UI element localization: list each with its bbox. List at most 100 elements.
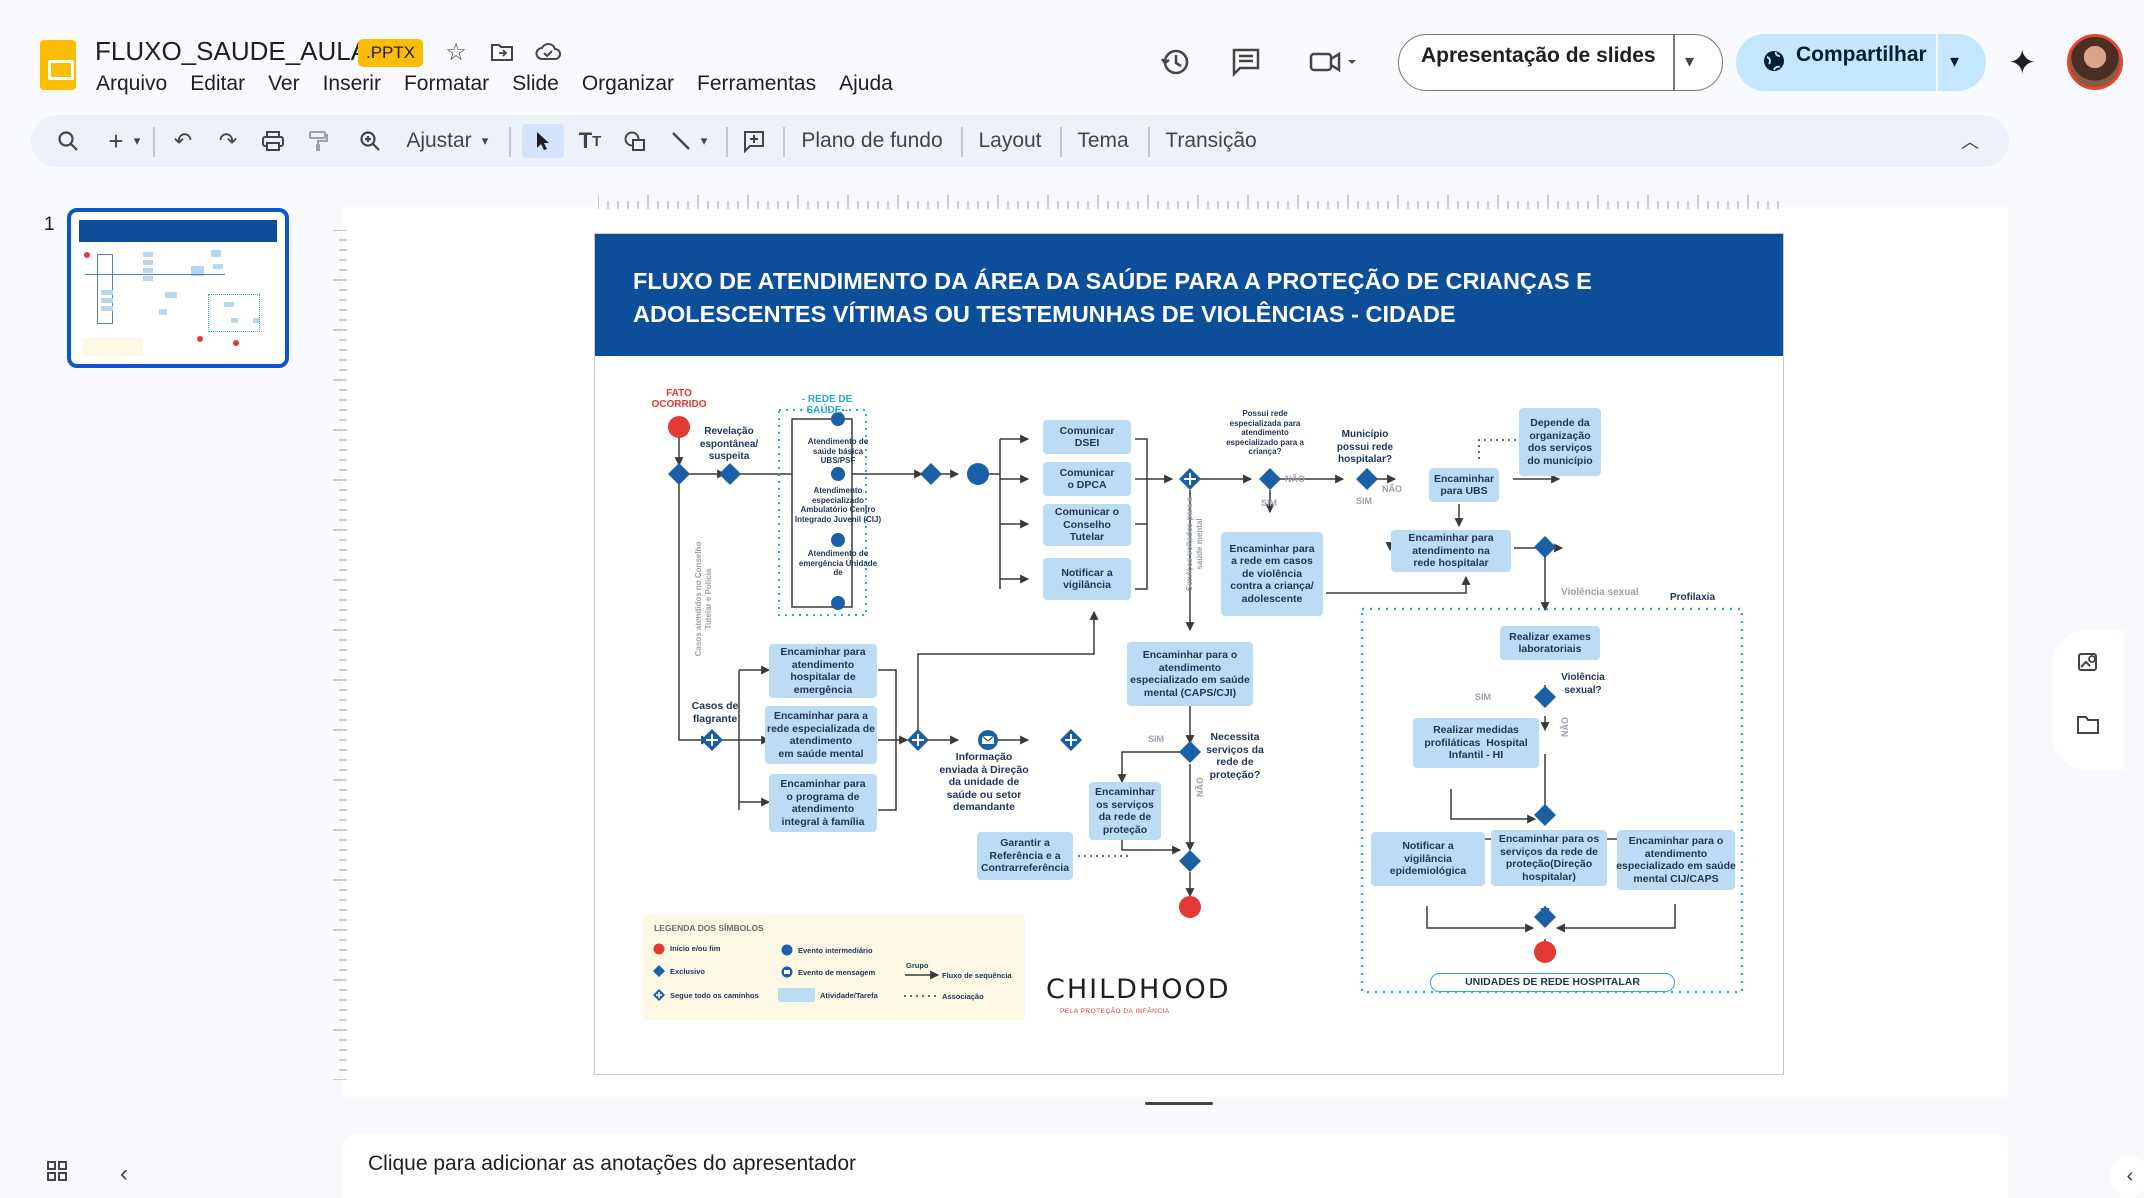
slide[interactable]: FLUXO DE ATENDIMENTO DA ÁREA DA SAÚDE PA… xyxy=(594,233,1784,1075)
box-encaminhar-ubs: Encaminhar para UBS xyxy=(1429,468,1499,502)
share-button[interactable]: Compartilhar ▾ xyxy=(1736,34,1986,91)
chevron-down-icon[interactable]: ▾ xyxy=(1685,51,1694,72)
nao-label: NÃO xyxy=(1382,484,1402,494)
informacao-label: Informação enviada à Direção da unidade … xyxy=(939,751,1029,813)
toolbar-divider xyxy=(783,127,785,157)
chevron-down-icon[interactable]: ▾ xyxy=(696,124,712,158)
nao-label: NÃO xyxy=(1195,777,1205,797)
theme-button[interactable]: Tema xyxy=(1075,124,1131,158)
childhood-tagline: PELA PROTEÇÃO DA INFÂNCIA xyxy=(1060,1008,1170,1015)
thumbnail-box xyxy=(97,254,113,324)
slide-thumbnail[interactable] xyxy=(67,208,289,368)
layout-button[interactable]: Layout xyxy=(976,124,1044,158)
redo-icon[interactable]: ↷ xyxy=(213,124,243,158)
sim-label: SIM xyxy=(1261,498,1278,508)
menu-ver[interactable]: Ver xyxy=(268,72,300,96)
undo-icon[interactable]: ↶ xyxy=(168,124,198,158)
thumbnail-dot xyxy=(197,336,203,342)
zoom-icon[interactable] xyxy=(355,124,385,158)
line-icon[interactable] xyxy=(666,124,696,158)
box-hospitalar-emergencia: Encaminhar para atendimento hospitalar d… xyxy=(769,644,877,698)
thumbnail-legend xyxy=(83,338,143,356)
print-icon[interactable] xyxy=(258,124,288,158)
speaker-notes[interactable]: Clique para adicionar as anotações do ap… xyxy=(343,1134,2008,1198)
legend-inicio: Início e/ou fim xyxy=(670,944,721,953)
document-title[interactable]: FLUXO_SAUDE_AULA xyxy=(95,36,368,67)
slide-number: 1 xyxy=(44,214,55,235)
toolbar: + ▾ ↶ ↷ Ajustar ▾ TT ▾ Plano de fundo La… xyxy=(31,115,2009,167)
thumbnail-box xyxy=(143,260,153,265)
history-icon[interactable] xyxy=(1157,44,1193,80)
meet-camera-icon[interactable] xyxy=(1306,44,1362,80)
folder-icon[interactable] xyxy=(2074,714,2102,742)
menu-bar: Arquivo Editar Ver Inserir Formatar Slid… xyxy=(96,72,893,96)
thumbnail-box xyxy=(159,309,167,315)
star-icon[interactable]: ☆ xyxy=(442,38,470,66)
thumbnail-line xyxy=(208,294,260,332)
gemini-sparkle-icon[interactable]: ✦ xyxy=(2008,43,2037,83)
chevron-down-icon[interactable]: ▾ xyxy=(129,124,145,158)
side-panel-toggle-chevron-icon[interactable]: ‹ xyxy=(2110,1156,2144,1196)
add-comment-icon[interactable] xyxy=(739,124,769,158)
nao-label: NÃO xyxy=(1285,474,1305,484)
cloud-status-icon[interactable] xyxy=(534,38,562,66)
toolbar-divider xyxy=(1148,127,1150,157)
menu-slide[interactable]: Slide xyxy=(512,72,559,96)
image-search-icon[interactable] xyxy=(2074,650,2102,678)
legend-fluxo: Fluxo de sequência xyxy=(942,971,1012,980)
possui-rede-label: Possui rede especializada para atendimen… xyxy=(1226,409,1304,456)
shape-icon[interactable] xyxy=(619,124,651,158)
new-slide-icon[interactable]: + xyxy=(103,124,129,158)
present-button-label: Apresentação de slides xyxy=(1421,44,1656,67)
zoom-select[interactable]: Ajustar xyxy=(404,124,474,158)
thumbnail-dot xyxy=(84,252,90,258)
box-referencia: Garantir a Referência e a Contrarreferên… xyxy=(977,832,1073,880)
menu-ajuda[interactable]: Ajuda xyxy=(839,72,893,96)
present-button[interactable]: Apresentação de slides ▾ xyxy=(1398,34,1723,91)
collapse-toolbar-chevron-up-icon[interactable]: ︿ xyxy=(1955,124,1985,158)
transition-button[interactable]: Transição xyxy=(1163,124,1259,158)
thumbnail-dot xyxy=(233,340,239,346)
horizontal-ruler[interactable] xyxy=(598,195,1780,209)
avatar[interactable] xyxy=(2067,34,2123,90)
search-menus-icon[interactable] xyxy=(53,124,83,158)
menu-arquivo[interactable]: Arquivo xyxy=(96,72,167,96)
menu-editar[interactable]: Editar xyxy=(190,72,245,96)
box-servicos-direcao: Encaminhar para os serviços da rede de p… xyxy=(1491,830,1607,886)
paint-format-icon[interactable] xyxy=(303,124,333,158)
slides-logo-icon[interactable] xyxy=(40,40,76,90)
menu-inserir[interactable]: Inserir xyxy=(323,72,381,96)
share-separator xyxy=(1936,34,1938,91)
notes-resize-handle[interactable] xyxy=(1145,1102,1213,1105)
legend-intermediario: Evento intermediário xyxy=(798,946,873,955)
atendimento-especializado-label: Atendimento especializado Ambulatório Ce… xyxy=(794,486,882,524)
legend: LEGENDA DOS SÍMBOLOS Início e/ou fim Exc… xyxy=(642,915,1025,1020)
vertical-ruler[interactable] xyxy=(333,230,347,1080)
background-button[interactable]: Plano de fundo xyxy=(799,124,945,158)
legend-associacao: Associação xyxy=(942,992,984,1001)
toolbar-divider xyxy=(509,127,511,157)
top-bar: FLUXO_SAUDE_AULA .PPTX ☆ Arquivo Editar … xyxy=(0,0,2144,118)
chevron-down-icon[interactable]: ▾ xyxy=(1950,51,1959,72)
atendimento-basica-label: Atendimento de saúde básica UBS/PSF xyxy=(807,437,869,465)
comments-icon[interactable] xyxy=(1228,44,1264,80)
revelacao-label: Revelação espontânea/ suspeita xyxy=(699,426,759,462)
thumbnail-box xyxy=(165,292,177,298)
grid-view-icon[interactable] xyxy=(46,1160,68,1189)
text-box-icon[interactable]: TT xyxy=(574,124,606,158)
move-folder-icon[interactable] xyxy=(488,38,516,66)
collapse-filmstrip-chevron-left-icon[interactable]: ‹ xyxy=(120,1160,128,1188)
legend-segue: Segue todo os caminhos xyxy=(670,991,759,1000)
select-cursor-icon[interactable] xyxy=(522,124,564,158)
box-vigilancia-epidemiologica: Notificar a vigilância epidemiológica xyxy=(1371,832,1485,886)
toolbar-divider xyxy=(153,127,155,157)
menu-organizar[interactable]: Organizar xyxy=(582,72,674,96)
box-comunicar-dpca: Comunicar o DPCA xyxy=(1043,462,1131,496)
menu-ferramentas[interactable]: Ferramentas xyxy=(697,72,816,96)
menu-formatar[interactable]: Formatar xyxy=(404,72,489,96)
side-panel xyxy=(2052,630,2124,770)
chevron-down-icon[interactable]: ▾ xyxy=(477,124,493,158)
thumbnail-box xyxy=(211,250,221,257)
nao-label: NÃO xyxy=(1560,717,1570,737)
box-rede-casos-violencia: Encaminhar para a rede em casos de violê… xyxy=(1221,532,1323,616)
